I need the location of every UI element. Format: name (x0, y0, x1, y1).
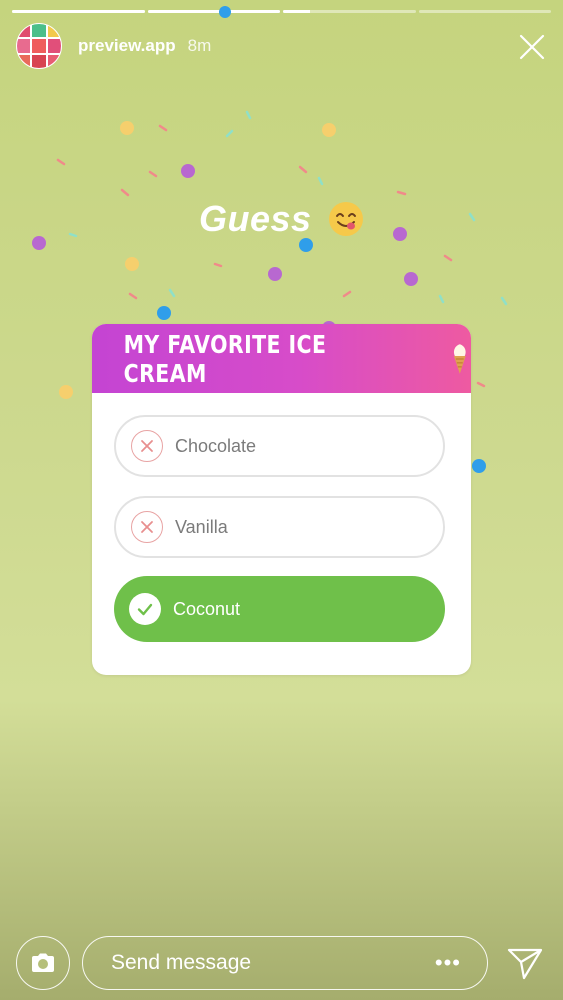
camera-icon (32, 953, 54, 972)
check-circle-icon (129, 593, 161, 625)
option-label: Chocolate (175, 435, 257, 456)
sticker-headline: Guess (0, 198, 563, 240)
story-progress (12, 10, 551, 13)
progress-segment (147, 10, 280, 13)
x-circle-icon (131, 511, 163, 543)
quiz-title: MY FAVORITE ICE CREAM (123, 329, 327, 388)
camera-button[interactable] (16, 936, 70, 990)
username[interactable]: preview.app (78, 36, 176, 56)
more-options-icon[interactable]: ••• (435, 950, 461, 976)
close-icon[interactable] (517, 32, 547, 62)
x-circle-icon (131, 430, 163, 462)
quiz-header: MY FAVORITE ICE CREAM (92, 324, 471, 393)
quiz-card: MY FAVORITE ICE CREAM Chocolate Vanilla … (92, 324, 471, 675)
post-time: 8m (187, 36, 212, 55)
quiz-option-coconut[interactable]: Coconut (114, 576, 445, 642)
option-label: Vanilla (175, 516, 228, 537)
story-header: preview.app 8m (16, 22, 547, 70)
quiz-option-vanilla[interactable]: Vanilla (114, 496, 445, 558)
progress-segment (12, 10, 145, 13)
ice-cream-icon (454, 343, 467, 374)
progress-segment (283, 10, 416, 13)
progress-segment (418, 10, 551, 13)
avatar[interactable] (16, 23, 62, 69)
send-message-field[interactable]: Send message ••• (82, 936, 488, 990)
yum-emoji-icon (329, 202, 364, 236)
option-label: Coconut (173, 598, 241, 619)
quiz-option-chocolate[interactable]: Chocolate (114, 415, 445, 477)
headline-text: Guess (198, 198, 312, 239)
send-icon[interactable] (506, 944, 544, 982)
message-placeholder: Send message (111, 951, 252, 974)
